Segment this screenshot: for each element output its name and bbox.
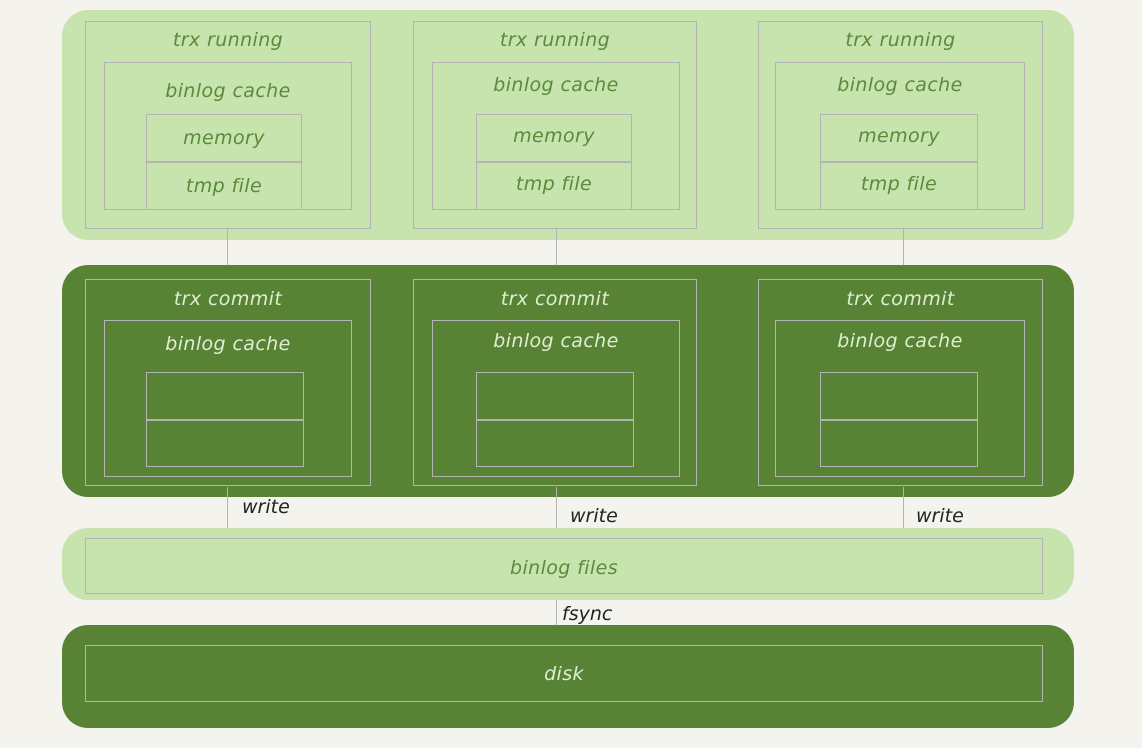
commit-slot-box-3b [820,420,978,467]
memory-box-2 [476,114,632,162]
arrow-write-3-label: write [916,505,964,527]
tmp-file-box-3 [820,162,978,210]
memory-box-3 [820,114,978,162]
arrow-write-2-label: write [570,505,618,527]
tmp-file-box-2 [476,162,632,210]
commit-slot-box-2b [476,420,634,467]
arrow-fsync-label: fsync [562,603,613,625]
tmp-file-box-1 [146,162,302,210]
disk-box [85,645,1043,702]
commit-slot-box-1b [146,420,304,467]
diagram-canvas: trx running binlog cache memory tmp file… [0,0,1142,748]
commit-slot-box-2a [476,372,634,420]
memory-box-1 [146,114,302,162]
commit-slot-box-3a [820,372,978,420]
commit-slot-box-1a [146,372,304,420]
arrow-write-1-label: write [242,496,290,518]
binlog-files-box [85,538,1043,594]
